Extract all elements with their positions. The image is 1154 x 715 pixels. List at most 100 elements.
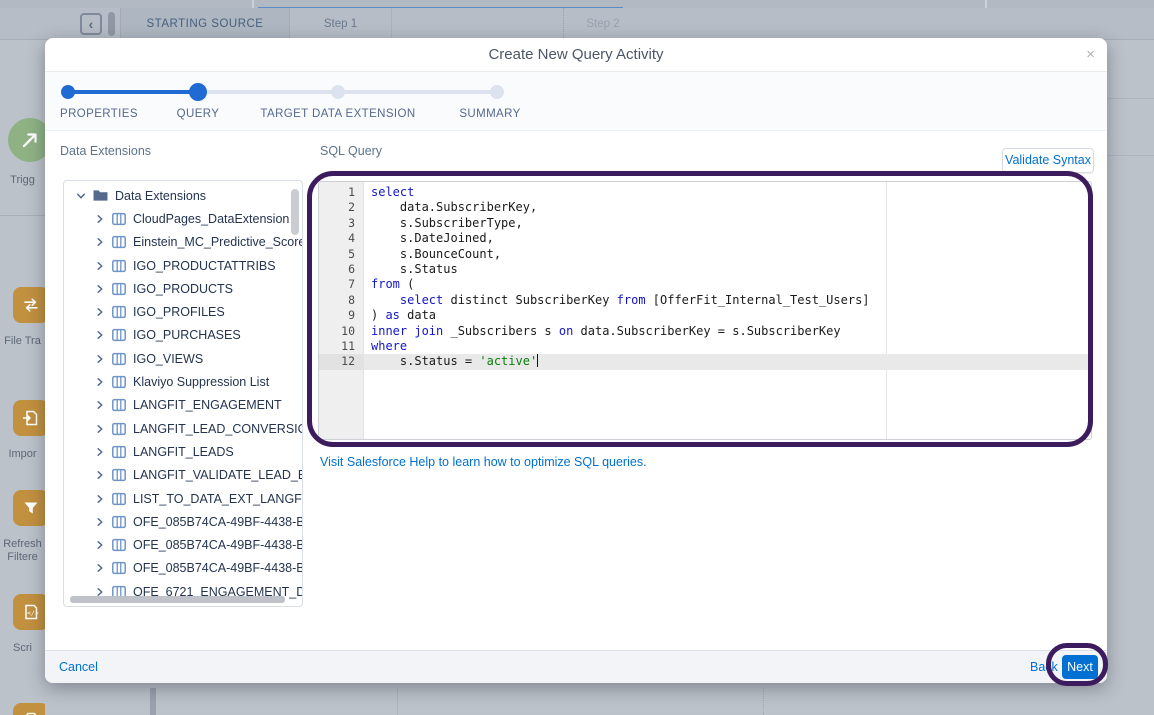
chevron-right-icon[interactable]	[95, 563, 105, 573]
modal-header: Create New Query Activity ×	[45, 38, 1107, 72]
tree-item-label: LANGFIT_LEADS	[133, 445, 234, 459]
tab-step-1[interactable]: Step 1	[290, 8, 392, 40]
canvas-step-bar: ‹ STARTING SOURCE Step 1 Step 2	[0, 8, 1154, 40]
step-label-summary: SUMMARY	[450, 108, 530, 120]
tab-step-2[interactable]: Step 2	[566, 8, 640, 40]
canvas-column-dotted-line	[763, 688, 764, 715]
table-icon	[112, 212, 126, 226]
table-icon	[112, 515, 126, 529]
tree-row[interactable]: OFE_085B74CA-49BF-4438-B566-	[64, 510, 302, 533]
palette-item-script[interactable]: </> Scri	[0, 594, 45, 655]
chevron-right-icon[interactable]	[95, 237, 105, 247]
tree-item-label: IGO_PURCHASES	[133, 328, 241, 342]
tree-row[interactable]: IGO_PRODUCTATTRIBS	[64, 254, 302, 277]
chevron-right-icon[interactable]	[95, 540, 105, 550]
mobile-icon: !	[13, 703, 45, 715]
strip-separator	[252, 0, 254, 8]
tree-item-label: Einstein_MC_Predictive_Scores	[133, 235, 302, 249]
chevron-right-icon[interactable]	[95, 517, 105, 527]
chevron-right-icon[interactable]	[95, 424, 105, 434]
table-icon	[112, 561, 126, 575]
tree-item-label: CloudPages_DataExtension	[133, 212, 289, 226]
tree-row[interactable]: IGO_PURCHASES	[64, 324, 302, 347]
tree-item-label: OFE_085B74CA-49BF-4438-B566-	[133, 561, 302, 575]
data-extensions-panel-label: Data Extensions	[60, 144, 151, 158]
chevron-right-icon[interactable]	[95, 307, 105, 317]
table-icon	[112, 375, 126, 389]
sql-help-link[interactable]: Visit Salesforce Help to learn how to op…	[320, 455, 647, 469]
trigger-icon	[8, 118, 45, 162]
tree-item-label: OFE_085B74CA-49BF-4438-B566-	[133, 515, 302, 529]
chevron-down-icon[interactable]	[76, 191, 86, 201]
tree-item-label: IGO_PRODUCTATTRIBS	[133, 259, 276, 273]
tree-item-label: Klaviyo Suppression List	[133, 375, 269, 389]
tree-row[interactable]: LIST_TO_DATA_EXT_LANGFIT	[64, 487, 302, 510]
step-label-query: QUERY	[158, 108, 238, 120]
stepper-track	[198, 90, 338, 94]
palette-item-label: Refresh Filtere	[0, 538, 45, 564]
validate-syntax-button[interactable]: Validate Syntax	[1002, 148, 1094, 173]
step-dot-properties[interactable]	[61, 85, 75, 99]
sql-query-panel-label: SQL Query	[320, 144, 382, 158]
chevron-right-icon[interactable]	[95, 377, 105, 387]
file-transfer-icon	[13, 287, 45, 323]
tree-vertical-scrollbar[interactable]	[291, 189, 299, 235]
tree-row[interactable]: IGO_PRODUCTS	[64, 277, 302, 300]
palette-item-refresh-filtered[interactable]: Refresh Filtere	[0, 490, 45, 564]
script-icon: </>	[13, 594, 45, 630]
chevron-right-icon[interactable]	[95, 470, 105, 480]
svg-text:</>: </>	[27, 609, 39, 617]
import-icon	[13, 400, 45, 436]
chevron-right-icon[interactable]	[95, 261, 105, 271]
tree-row[interactable]: LANGFIT_VALIDATE_LEAD_EMAIL_	[64, 464, 302, 487]
tree-horizontal-scrollbar[interactable]	[70, 596, 285, 603]
wizard-stepper: PROPERTIES QUERY TARGET DATA EXTENSION S…	[45, 72, 1107, 131]
stepper-track-complete	[68, 90, 198, 94]
palette-item-label: Impor	[0, 448, 45, 461]
tree-row[interactable]: Klaviyo Suppression List	[64, 370, 302, 393]
palette-divider	[0, 215, 45, 216]
chevron-right-icon[interactable]	[95, 494, 105, 504]
step-label-target-data-extension: TARGET DATA EXTENSION	[253, 108, 423, 120]
palette-item-label: Trigg	[0, 174, 45, 187]
palette-item-trigger[interactable]: Trigg	[0, 118, 45, 187]
step-dot-summary[interactable]	[490, 85, 504, 99]
canvas-scrollbar-thumb[interactable]	[108, 12, 115, 36]
tree-item-label: LIST_TO_DATA_EXT_LANGFIT	[133, 492, 302, 506]
chevron-right-icon[interactable]	[95, 330, 105, 340]
tree-row[interactable]: Einstein_MC_Predictive_Scores	[64, 231, 302, 254]
screen: ‹ STARTING SOURCE Step 1 Step 2 Trigg Fil…	[0, 0, 1154, 715]
tree-row[interactable]: IGO_VIEWS	[64, 347, 302, 370]
table-icon	[112, 445, 126, 459]
chevron-right-icon[interactable]	[95, 447, 105, 457]
table-icon	[112, 468, 126, 482]
tree-row[interactable]: OFE_085B74CA-49BF-4438-B566-	[64, 533, 302, 556]
step-dot-query[interactable]	[189, 83, 207, 101]
close-icon[interactable]: ×	[1086, 38, 1095, 72]
tree-root-row[interactable]: Data Extensions	[64, 184, 302, 207]
step-label-properties: PROPERTIES	[60, 108, 138, 120]
chevron-right-icon[interactable]	[95, 400, 105, 410]
tree-item-label: IGO_PROFILES	[133, 305, 225, 319]
step-dot-target-data-extension[interactable]	[331, 85, 345, 99]
palette-item-mobile[interactable]: !	[0, 703, 45, 715]
palette-item-label: Scri	[0, 642, 45, 655]
tree-row[interactable]: IGO_PROFILES	[64, 300, 302, 323]
tree-row[interactable]: LANGFIT_ENGAGEMENT	[64, 394, 302, 417]
chevron-right-icon[interactable]	[95, 284, 105, 294]
tree-row[interactable]: OFE_085B74CA-49BF-4438-B566-	[64, 557, 302, 580]
chevron-right-icon[interactable]	[95, 354, 105, 364]
tree-row[interactable]: CloudPages_DataExtension	[64, 207, 302, 230]
tree-row[interactable]: LANGFIT_LEADS	[64, 440, 302, 463]
stepper-track	[338, 90, 497, 94]
palette-item-import[interactable]: Impor	[0, 400, 45, 461]
tree-item-label: IGO_PRODUCTS	[133, 282, 233, 296]
palette-item-file-transfer[interactable]: File Tra	[0, 287, 45, 348]
tree-row[interactable]: LANGFIT_LEAD_CONVERSION	[64, 417, 302, 440]
canvas-back-button[interactable]: ‹	[80, 13, 102, 35]
chevron-right-icon[interactable]	[95, 214, 105, 224]
tab-starting-source[interactable]: STARTING SOURCE	[120, 8, 290, 40]
cancel-button[interactable]: Cancel	[59, 651, 98, 684]
tree-item-label: IGO_VIEWS	[133, 352, 203, 366]
tree-item-label: LANGFIT_VALIDATE_LEAD_EMAIL_	[133, 468, 302, 482]
